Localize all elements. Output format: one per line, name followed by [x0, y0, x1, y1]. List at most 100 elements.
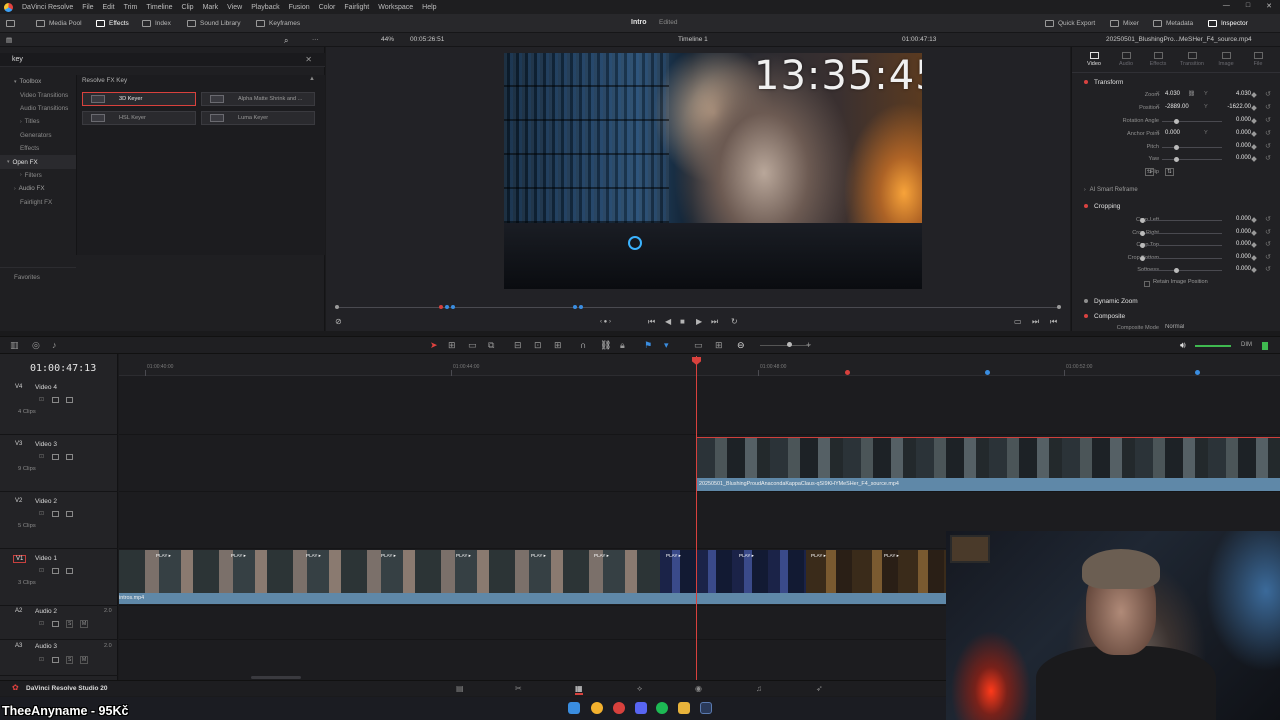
tree-generators[interactable]: Generators: [0, 129, 76, 142]
tree-toolbox[interactable]: ▾ Toolbox: [0, 75, 76, 88]
auto-select-icon[interactable]: [52, 568, 59, 574]
spotify-icon[interactable]: [656, 702, 668, 714]
menu-edit[interactable]: Edit: [103, 4, 115, 11]
auto-select-icon[interactable]: [52, 621, 59, 627]
audio-track-icon[interactable]: ◎: [32, 340, 40, 351]
loop-icon[interactable]: ↻: [731, 317, 738, 326]
tree-fairlight-fx[interactable]: Fairlight FX: [0, 196, 76, 209]
tab-image[interactable]: Image: [1210, 52, 1242, 67]
reset-icon[interactable]: ↺: [1265, 228, 1271, 236]
composite-section[interactable]: Composite: [1072, 310, 1280, 322]
reset-icon[interactable]: ↺: [1265, 265, 1271, 273]
quick-export-button[interactable]: Quick Export: [1045, 17, 1095, 30]
mute-button[interactable]: M: [80, 656, 89, 664]
timeline-name[interactable]: Timeline 1: [678, 36, 708, 43]
lock-track-icon[interactable]: ⊡: [39, 510, 44, 517]
red-marker[interactable]: [845, 370, 850, 375]
enable-video-icon[interactable]: [66, 397, 73, 403]
softness-field[interactable]: 0.000: [1223, 266, 1251, 272]
position-x-field[interactable]: -2889.00: [1165, 104, 1189, 110]
reset-icon[interactable]: ↺: [1265, 116, 1271, 124]
tab-audio[interactable]: Audio: [1110, 52, 1142, 67]
stop-icon[interactable]: ■: [680, 317, 685, 326]
enabled-dot-icon[interactable]: [1084, 80, 1088, 84]
blue-marker[interactable]: [1195, 370, 1200, 375]
enable-video-icon[interactable]: [66, 454, 73, 460]
crop-top-slider[interactable]: [1140, 243, 1145, 248]
tab-effects[interactable]: Effects: [1142, 52, 1174, 67]
lock-track-icon[interactable]: ⊡: [39, 396, 44, 403]
page-fairlight-icon[interactable]: ♫: [756, 684, 762, 693]
reset-icon[interactable]: ↺: [1265, 103, 1271, 111]
composite-mode-select[interactable]: Normal: [1165, 324, 1184, 330]
mic-icon[interactable]: ♪: [52, 340, 57, 350]
keyframe-icon[interactable]: [1251, 156, 1257, 162]
sound-library-button[interactable]: Sound Library: [187, 17, 240, 30]
reset-icon[interactable]: ↺: [1265, 240, 1271, 248]
lock-track-icon[interactable]: ⊡: [39, 453, 44, 460]
position-y-field[interactable]: -1622.00: [1223, 104, 1251, 110]
page-cut-icon[interactable]: ✂: [515, 684, 522, 693]
minimize-icon[interactable]: —: [1223, 2, 1230, 10]
viewer-scrubber[interactable]: [335, 303, 1061, 313]
disabled-dot-icon[interactable]: [1084, 299, 1088, 303]
play-icon[interactable]: ▶: [696, 317, 702, 326]
smart-reframe-section[interactable]: › AI Smart Reframe: [1072, 184, 1280, 196]
tree-effects[interactable]: Effects: [0, 142, 76, 155]
prev-frame-icon[interactable]: ⏮: [1050, 317, 1057, 327]
pitch-slider[interactable]: [1174, 145, 1179, 150]
lock-track-icon[interactable]: ⊡: [39, 656, 44, 663]
transform-section[interactable]: Transform: [1072, 76, 1280, 88]
dynamic-zoom-section[interactable]: Dynamic Zoom: [1072, 295, 1280, 307]
auto-select-icon[interactable]: [52, 657, 59, 663]
go-to-end-icon[interactable]: ⏭: [711, 317, 718, 327]
reset-icon[interactable]: ↺: [1265, 154, 1271, 162]
tab-transition[interactable]: Transition: [1176, 52, 1208, 67]
keyframes-button[interactable]: Keyframes: [256, 17, 300, 30]
collapse-icon[interactable]: ▲: [309, 76, 315, 82]
metadata-button[interactable]: Metadata: [1153, 17, 1193, 30]
mute-button[interactable]: M: [80, 620, 89, 628]
play-reverse-icon[interactable]: ◀: [665, 317, 671, 326]
keyframe-icon[interactable]: [1251, 217, 1257, 223]
page-fusion-icon[interactable]: ⟡: [637, 684, 642, 694]
link-icon[interactable]: ⛓: [1188, 91, 1195, 97]
dim-button[interactable]: DIM: [1241, 342, 1252, 348]
pitch-field[interactable]: 0.000: [1223, 143, 1251, 149]
zoom-full-icon[interactable]: ▭: [694, 340, 703, 351]
chrome-icon[interactable]: [591, 702, 603, 714]
timeline-clip-v3[interactable]: 20250501_BlushingProudAnacondaKappaClaus…: [696, 437, 1280, 491]
lock-icon[interactable]: 🔒︎: [620, 340, 625, 351]
menu-view[interactable]: View: [227, 4, 242, 11]
select-tool-icon[interactable]: ➤: [430, 340, 438, 351]
anchor-x-field[interactable]: 0.000: [1165, 130, 1180, 136]
sidebar-toggle-icon[interactable]: ▤: [6, 36, 12, 44]
keyframe-icon[interactable]: [1251, 144, 1257, 150]
effects-search-input[interactable]: key: [12, 56, 23, 63]
zoom-slider-knob[interactable]: [787, 342, 792, 347]
zoom-x-field[interactable]: 4.030: [1165, 91, 1180, 97]
menu-clip[interactable]: Clip: [182, 4, 194, 11]
timeline-clip-v1[interactable]: PLAY ▸ PLAY ▸ PLAY ▸ PLAY ▸ PLAY ▸ PLAY …: [119, 550, 946, 605]
go-to-start-icon[interactable]: ⏮: [648, 317, 655, 327]
auto-select-icon[interactable]: [52, 511, 59, 517]
fx-alpha-matte-shrink[interactable]: Alpha Matte Shrink and ...: [201, 92, 315, 106]
index-button[interactable]: Index: [142, 17, 171, 30]
more-options-icon[interactable]: ···: [312, 36, 319, 43]
fx-3d-keyer[interactable]: 3D Keyer: [82, 92, 196, 106]
menu-workspace[interactable]: Workspace: [378, 4, 413, 11]
fullscreen-icon[interactable]: ▭: [1014, 317, 1022, 326]
enabled-dot-icon[interactable]: [1084, 204, 1088, 208]
rotation-slider[interactable]: [1174, 119, 1179, 124]
zoom-slider[interactable]: [760, 345, 810, 346]
close-icon[interactable]: ✕: [1266, 2, 1272, 10]
retain-checkbox[interactable]: [1144, 281, 1150, 287]
enable-video-icon[interactable]: [66, 511, 73, 517]
zoom-detail-icon[interactable]: ⊞: [715, 340, 723, 351]
horizontal-scrollbar[interactable]: [251, 676, 301, 679]
file-explorer-icon[interactable]: [678, 702, 690, 714]
page-media-icon[interactable]: ▤: [456, 684, 464, 693]
tree-audio-transitions[interactable]: Audio Transitions: [0, 102, 76, 115]
mixer-button[interactable]: Mixer: [1110, 17, 1139, 30]
tree-audio-fx[interactable]: › Audio FX: [0, 182, 76, 195]
